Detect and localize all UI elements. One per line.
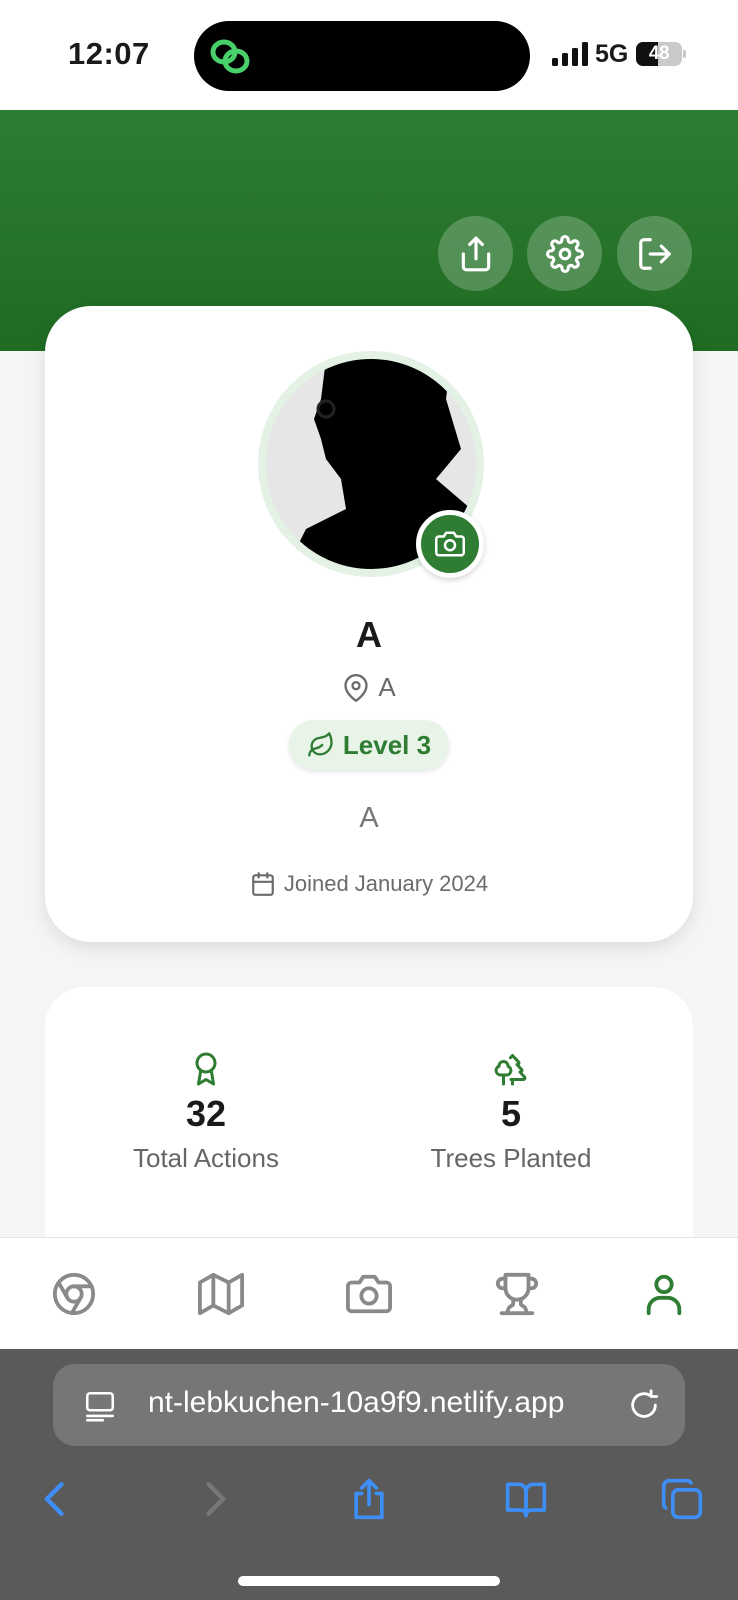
stat-total-actions: 32 Total Actions [66,1049,346,1174]
leaf-icon [308,732,333,757]
reload-icon[interactable] [627,1388,661,1422]
profile-location: A [45,672,693,703]
nav-home[interactable] [48,1268,100,1320]
network-type: 5G [595,40,629,68]
calendar-icon [252,872,274,896]
nav-profile[interactable] [638,1268,690,1320]
award-icon [195,1052,217,1086]
camera-icon [346,1274,392,1314]
url-text[interactable]: nt-lebkuchen-10a9f9.netlify.app [148,1386,618,1426]
change-photo-button[interactable] [416,510,484,578]
status-bar: 12:07 5G 48 [0,0,738,110]
battery-percent: 48 [648,43,670,64]
logout-icon [638,237,671,270]
stat-label: Trees Planted [430,1143,592,1173]
share-icon [461,236,490,271]
location-text: A [378,672,396,702]
user-icon [646,1274,682,1316]
dynamic-island [194,21,530,91]
gear-icon [545,234,584,273]
trees-icon [494,1054,527,1086]
nav-map[interactable] [195,1268,247,1320]
page-menu-icon[interactable] [83,1388,117,1424]
level-text: Level 3 [342,729,432,760]
camera-icon [435,531,465,557]
tabs-button[interactable] [658,1475,706,1523]
nav-camera[interactable] [343,1268,395,1320]
stat-value: 32 [185,1093,227,1134]
share-button[interactable] [438,216,513,291]
joined-date: Joined January 2024 [45,871,693,897]
profile-bio: A [359,802,379,834]
chevron-right-icon [206,1482,226,1516]
map-pin-icon [344,673,368,702]
book-icon [505,1482,547,1518]
home-indicator [238,1576,500,1586]
battery-icon: 48 [636,42,686,66]
bottom-nav [0,1237,738,1349]
stat-trees-planted: 5 Trees Planted [371,1049,651,1174]
chevron-left-icon [44,1482,64,1516]
tabs-icon [661,1478,703,1520]
stat-label: Total Actions [133,1143,279,1173]
chrome-icon [52,1272,96,1316]
status-time: 12:07 [68,36,150,71]
joined-text: Joined January 2024 [283,871,489,896]
stats-card: 32 Total Actions 5 Trees Planted [45,987,693,1247]
logout-button[interactable] [617,216,692,291]
stat-value: 5 [500,1093,522,1134]
bookmarks-button[interactable] [502,1475,550,1523]
profile-name: A [356,614,382,655]
browser-toolbar: nt-lebkuchen-10a9f9.netlify.app [0,1349,738,1600]
map-icon [198,1272,244,1316]
browser-share-button[interactable] [345,1475,393,1523]
share-icon [354,1478,384,1520]
nav-leaderboard[interactable] [491,1268,543,1320]
link-rings-icon [210,39,250,74]
address-bar[interactable]: nt-lebkuchen-10a9f9.netlify.app [53,1364,685,1446]
back-button[interactable] [32,1475,80,1523]
signal-icon [552,42,588,66]
trophy-icon [495,1272,539,1316]
level-badge: Level 3 [289,720,449,770]
forward-button[interactable] [190,1475,238,1523]
profile-card: A A Level 3 A Joined January 2024 [45,306,693,942]
settings-button[interactable] [527,216,602,291]
